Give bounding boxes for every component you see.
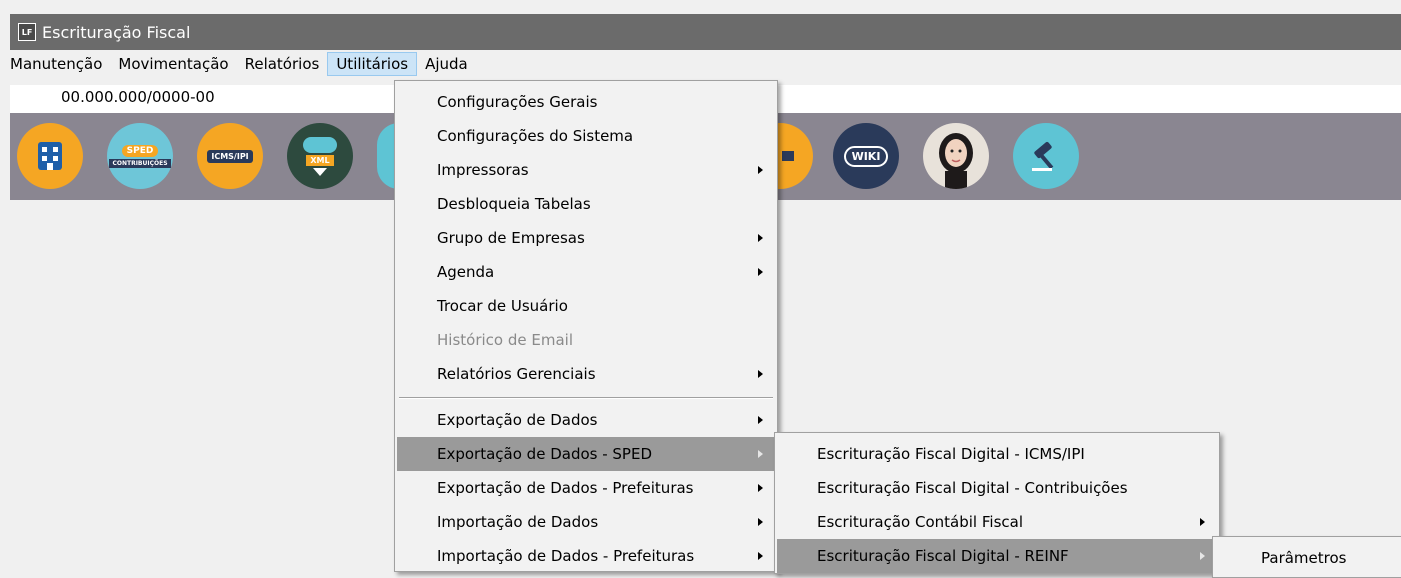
chat-icon[interactable]	[777, 123, 813, 189]
menu-separator	[399, 397, 773, 399]
window-title: Escrituração Fiscal	[42, 22, 191, 42]
menu-item-efd-reinf[interactable]: Escrituração Fiscal Digital - REINF	[777, 539, 1217, 573]
icms-ipi-icon[interactable]: ICMS/IPI	[197, 123, 263, 189]
menu-item-label: Importação de Dados	[437, 513, 599, 531]
menu-item-label: Exportação de Dados	[437, 411, 598, 429]
menu-item-label: Grupo de Empresas	[437, 229, 585, 247]
menu-item-historico-email: Histórico de Email	[397, 323, 775, 357]
submenu-arrow-icon	[758, 370, 763, 378]
contribuicoes-label: CONTRIBUIÇÕES	[109, 158, 171, 168]
submenu-arrow-icon	[758, 268, 763, 276]
menu-item-importacao-dados-prefeituras[interactable]: Importação de Dados - Prefeituras	[397, 539, 775, 573]
utilitarios-menu: Configurações Gerais Configurações do Si…	[394, 80, 778, 572]
submenu-arrow-icon	[1200, 552, 1205, 560]
menu-ajuda[interactable]: Ajuda	[417, 52, 476, 76]
menu-item-ecf[interactable]: Escrituração Contábil Fiscal	[777, 505, 1217, 539]
menu-item-label: Exportação de Dados - SPED	[437, 445, 652, 463]
submenu-arrow-icon	[758, 166, 763, 174]
wiki-label: WIKI	[843, 145, 889, 167]
menu-movimentacao[interactable]: Movimentação	[110, 52, 236, 76]
menu-manutencao[interactable]: Manutenção	[10, 52, 110, 76]
menu-bar: Manutenção Movimentação Relatórios Utili…	[10, 50, 1401, 78]
submenu-arrow-icon	[758, 450, 763, 458]
menu-item-exportacao-dados[interactable]: Exportação de Dados	[397, 403, 775, 437]
menu-item-label: Trocar de Usuário	[437, 297, 568, 315]
menu-item-label: Parâmetros	[1261, 549, 1347, 567]
menu-item-desbloqueia-tabelas[interactable]: Desbloqueia Tabelas	[397, 187, 775, 221]
menu-item-agenda[interactable]: Agenda	[397, 255, 775, 289]
menu-item-exportacao-dados-sped[interactable]: Exportação de Dados - SPED	[397, 437, 775, 471]
xml-label: XML	[306, 154, 334, 166]
menu-item-label: Escrituração Fiscal Digital - Contribuiç…	[817, 479, 1128, 497]
sped-contribuicoes-icon[interactable]: SPED CONTRIBUIÇÕES	[107, 123, 173, 189]
menu-item-label: Desbloqueia Tabelas	[437, 195, 591, 213]
submenu-arrow-icon	[758, 234, 763, 242]
menu-item-label: Exportação de Dados - Prefeituras	[437, 479, 694, 497]
company-cnpj: 00.000.000/0000-00	[61, 88, 215, 106]
title-bar: LF Escrituração Fiscal	[10, 14, 1401, 50]
menu-item-label: Agenda	[437, 263, 495, 281]
menu-item-label: Impressoras	[437, 161, 529, 179]
company-icon[interactable]	[17, 123, 83, 189]
sped-label: SPED	[121, 144, 159, 157]
wiki-icon[interactable]: WIKI	[833, 123, 899, 189]
app-logo-icon: LF	[18, 23, 36, 41]
menu-item-impressoras[interactable]: Impressoras	[397, 153, 775, 187]
menu-item-configuracoes-gerais[interactable]: Configurações Gerais	[397, 85, 775, 119]
menu-item-label: Relatórios Gerenciais	[437, 365, 596, 383]
xml-download-icon[interactable]: XML	[287, 123, 353, 189]
submenu-arrow-icon	[758, 484, 763, 492]
assistant-avatar-icon[interactable]	[923, 123, 989, 189]
submenu-arrow-icon	[1200, 518, 1205, 526]
menu-item-label: Escrituração Fiscal Digital - REINF	[817, 547, 1069, 565]
menu-item-label: Escrituração Fiscal Digital - ICMS/IPI	[817, 445, 1085, 463]
menu-item-label: Importação de Dados - Prefeituras	[437, 547, 695, 565]
reinf-submenu: Parâmetros	[1212, 536, 1401, 578]
gavel-icon[interactable]	[1013, 123, 1079, 189]
menu-item-efd-icms-ipi[interactable]: Escrituração Fiscal Digital - ICMS/IPI	[777, 437, 1217, 471]
menu-item-efd-contribuicoes[interactable]: Escrituração Fiscal Digital - Contribuiç…	[777, 471, 1217, 505]
submenu-arrow-icon	[758, 552, 763, 560]
sped-submenu: Escrituração Fiscal Digital - ICMS/IPI E…	[774, 432, 1220, 574]
menu-item-configuracoes-sistema[interactable]: Configurações do Sistema	[397, 119, 775, 153]
menu-item-label: Escrituração Contábil Fiscal	[817, 513, 1023, 531]
menu-item-parametros[interactable]: Parâmetros	[1215, 541, 1399, 575]
menu-item-label: Configurações Gerais	[437, 93, 598, 111]
menu-item-exportacao-dados-prefeituras[interactable]: Exportação de Dados - Prefeituras	[397, 471, 775, 505]
submenu-arrow-icon	[758, 416, 763, 424]
menu-item-label: Histórico de Email	[437, 331, 573, 349]
menu-item-trocar-usuario[interactable]: Trocar de Usuário	[397, 289, 775, 323]
menu-relatorios[interactable]: Relatórios	[237, 52, 328, 76]
icms-ipi-label: ICMS/IPI	[207, 149, 253, 163]
menu-utilitarios[interactable]: Utilitários	[327, 52, 418, 76]
menu-item-label: Configurações do Sistema	[437, 127, 634, 145]
menu-item-importacao-dados[interactable]: Importação de Dados	[397, 505, 775, 539]
submenu-arrow-icon	[758, 518, 763, 526]
menu-item-grupo-empresas[interactable]: Grupo de Empresas	[397, 221, 775, 255]
menu-item-relatorios-gerenciais[interactable]: Relatórios Gerenciais	[397, 357, 775, 391]
